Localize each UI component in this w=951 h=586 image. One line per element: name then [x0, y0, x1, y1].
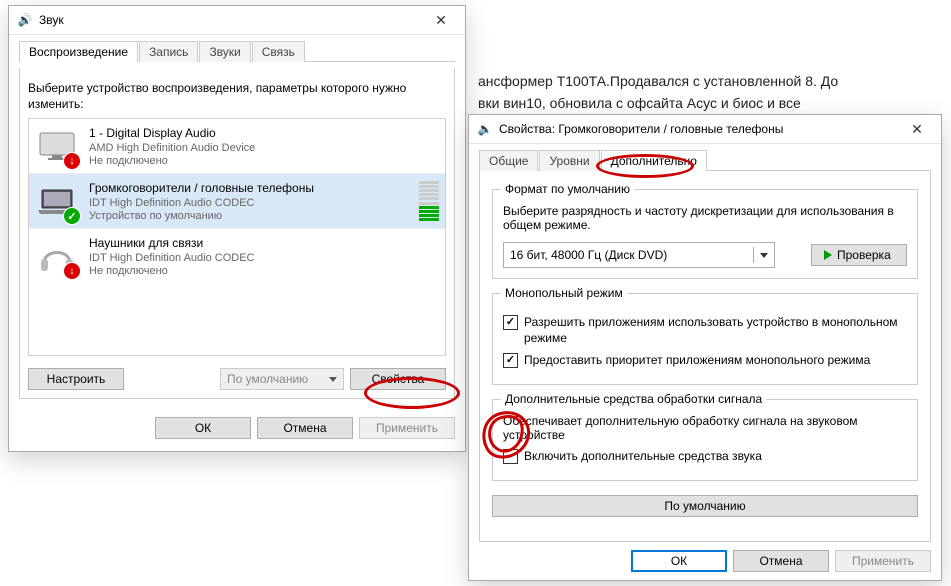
properties-titlebar: 🔈 Свойства: Громкоговорители / головные …: [469, 115, 941, 144]
test-button[interactable]: Проверка: [811, 244, 907, 266]
close-button[interactable]: ✕: [897, 115, 937, 143]
close-button[interactable]: ✕: [421, 6, 461, 34]
checkbox-label: Разрешить приложениям использовать устро…: [524, 314, 907, 346]
apply-button[interactable]: Применить: [359, 417, 455, 439]
sound-tabs: Воспроизведение Запись Звуки Связь: [19, 41, 455, 62]
default-format-group: Формат по умолчанию Выберите разрядность…: [492, 189, 918, 279]
group-legend: Формат по умолчанию: [501, 182, 634, 196]
device-sub: IDT High Definition Audio CODEC: [89, 251, 254, 265]
checkbox-label: Включить дополнительные средства звука: [524, 448, 762, 464]
set-default-label: По умолчанию: [227, 372, 308, 386]
sound-icon: 🔊: [17, 12, 33, 28]
apply-button[interactable]: Применить: [835, 550, 931, 572]
level-meter: [419, 181, 439, 221]
disconnected-badge-icon: ↓: [63, 262, 81, 280]
sound-window: 🔊 Звук ✕ Воспроизведение Запись Звуки Св…: [8, 5, 466, 452]
allow-exclusive-checkbox[interactable]: Разрешить приложениям использовать устро…: [503, 314, 907, 346]
properties-tabs: Общие Уровни Дополнительно: [479, 150, 931, 171]
checkbox-icon: [503, 449, 518, 464]
exclusive-priority-checkbox[interactable]: Предоставить приоритет приложениям моноп…: [503, 352, 907, 368]
default-badge-icon: ✓: [63, 207, 81, 225]
group-legend: Дополнительные средства обработки сигнал…: [501, 392, 766, 406]
properties-dialog-buttons: ОК Отмена Применить: [469, 542, 941, 580]
default-format-hint: Выберите разрядность и частоту дискретиз…: [503, 204, 907, 232]
properties-button[interactable]: Свойства: [350, 368, 446, 390]
sound-titlebar: 🔊 Звук ✕: [9, 6, 465, 35]
monitor-icon: ↓: [35, 124, 79, 168]
background-text: ансформер Т100ТА.Продавался с установлен…: [478, 70, 838, 114]
enhancements-hint: Обеспечивает дополнительную обработку си…: [503, 414, 907, 442]
instruction-text: Выберите устройство воспроизведения, пар…: [28, 80, 446, 112]
device-status: Устройство по умолчанию: [89, 210, 314, 222]
device-row-speakers[interactable]: ✓ Громкоговорители / головные телефоны I…: [29, 173, 445, 228]
laptop-icon: ✓: [35, 179, 79, 223]
cancel-button[interactable]: Отмена: [733, 550, 829, 572]
checkbox-icon: [503, 315, 518, 330]
ok-button[interactable]: ОК: [631, 550, 727, 572]
checkbox-label: Предоставить приоритет приложениям моноп…: [524, 352, 870, 368]
set-default-dropdown[interactable]: По умолчанию: [220, 368, 344, 390]
format-select-value: 16 бит, 48000 Гц (Диск DVD): [510, 248, 667, 262]
checkbox-icon: [503, 353, 518, 368]
playback-tabpage: Выберите устройство воспроизведения, пар…: [19, 68, 455, 399]
device-sub: IDT High Definition Audio CODEC: [89, 196, 314, 210]
test-button-label: Проверка: [837, 248, 891, 262]
chevron-down-icon: [753, 247, 770, 263]
group-legend: Монопольный режим: [501, 286, 627, 300]
tab-advanced[interactable]: Дополнительно: [601, 150, 707, 171]
advanced-tabpage: Формат по умолчанию Выберите разрядность…: [479, 171, 931, 542]
tab-general[interactable]: Общие: [479, 150, 538, 171]
cancel-button[interactable]: Отмена: [257, 417, 353, 439]
device-list[interactable]: ↓ 1 - Digital Display Audio AMD High Def…: [28, 118, 446, 356]
tab-playback[interactable]: Воспроизведение: [19, 41, 138, 62]
tab-communications[interactable]: Связь: [252, 41, 305, 62]
device-status: Не подключено: [89, 155, 255, 167]
sound-title: Звук: [39, 13, 421, 27]
device-name: Наушники для связи: [89, 236, 254, 251]
disconnected-badge-icon: ↓: [63, 152, 81, 170]
device-status: Не подключено: [89, 265, 254, 277]
exclusive-mode-group: Монопольный режим Разрешить приложениям …: [492, 293, 918, 385]
configure-button[interactable]: Настроить: [28, 368, 124, 390]
device-row-headphones[interactable]: ↓ Наушники для связи IDT High Definition…: [29, 228, 445, 283]
device-row-digital[interactable]: ↓ 1 - Digital Display Audio AMD High Def…: [29, 119, 445, 173]
speaker-icon: 🔈: [477, 121, 493, 137]
headphones-icon: ↓: [35, 234, 79, 278]
tab-recording[interactable]: Запись: [139, 41, 198, 62]
device-name: Громкоговорители / головные телефоны: [89, 181, 314, 196]
tab-levels[interactable]: Уровни: [539, 150, 599, 171]
play-icon: [824, 250, 832, 260]
tab-sounds[interactable]: Звуки: [199, 41, 250, 62]
sound-dialog-buttons: ОК Отмена Применить: [9, 409, 465, 447]
enable-enhancements-checkbox[interactable]: Включить дополнительные средства звука: [503, 448, 907, 464]
device-name: 1 - Digital Display Audio: [89, 126, 255, 141]
ok-button[interactable]: ОК: [155, 417, 251, 439]
properties-window: 🔈 Свойства: Громкоговорители / головные …: [468, 114, 942, 581]
signal-enhancements-group: Дополнительные средства обработки сигнал…: [492, 399, 918, 481]
restore-defaults-button[interactable]: По умолчанию: [492, 495, 918, 517]
format-select[interactable]: 16 бит, 48000 Гц (Диск DVD): [503, 242, 775, 268]
device-sub: AMD High Definition Audio Device: [89, 141, 255, 155]
chevron-down-icon: [329, 377, 337, 382]
properties-title: Свойства: Громкоговорители / головные те…: [499, 122, 897, 136]
